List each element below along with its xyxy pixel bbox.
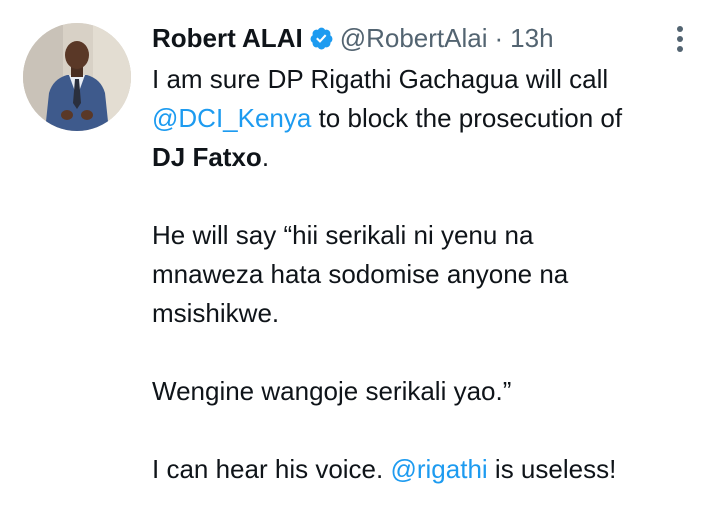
text-segment: mnaweza hata sodomise anyone na <box>152 259 569 289</box>
text-segment: msishikwe. <box>152 298 280 328</box>
timestamp[interactable]: 13h <box>510 23 553 54</box>
text-segment: He will say “hii serikali ni yenu na <box>152 220 534 250</box>
mention-link-rigathi[interactable]: @rigathi <box>390 454 487 484</box>
tweet-header: Robert ALAI @RobertAlai · 13h <box>152 18 554 58</box>
text-segment: I am sure DP Rigathi Gachagua will call <box>152 64 609 94</box>
verified-badge-icon <box>309 26 334 51</box>
text-segment: is useless! <box>487 454 617 484</box>
paragraph-2: He will say “hii serikali ni yenu na mna… <box>152 216 712 333</box>
text-segment: Wengine wangoje serikali yao.” <box>152 376 512 406</box>
paragraph-4: I can hear his voice. @rigathi is useles… <box>152 450 712 489</box>
separator-dot: · <box>494 22 504 53</box>
paragraph-3: Wengine wangoje serikali yao.” <box>152 372 712 411</box>
text-segment: . <box>261 142 270 172</box>
handle[interactable]: @RobertAlai <box>340 23 488 54</box>
avatar[interactable] <box>23 23 131 131</box>
tweet-text: I am sure DP Rigathi Gachagua will call … <box>152 60 712 489</box>
tweet[interactable]: Robert ALAI @RobertAlai · 13h I am sure … <box>0 0 720 512</box>
display-name[interactable]: Robert ALAI <box>152 23 303 54</box>
bold-text: DJ Fatxo <box>152 142 262 172</box>
mention-link-dci-kenya[interactable]: @DCI_Kenya <box>152 103 311 133</box>
paragraph-1: I am sure DP Rigathi Gachagua will call … <box>152 60 712 177</box>
text-segment: I can hear his voice. <box>152 454 391 484</box>
more-options-icon[interactable] <box>670 24 690 54</box>
profile-photo <box>23 23 131 131</box>
text-segment: to block the prosecution of <box>311 103 623 133</box>
